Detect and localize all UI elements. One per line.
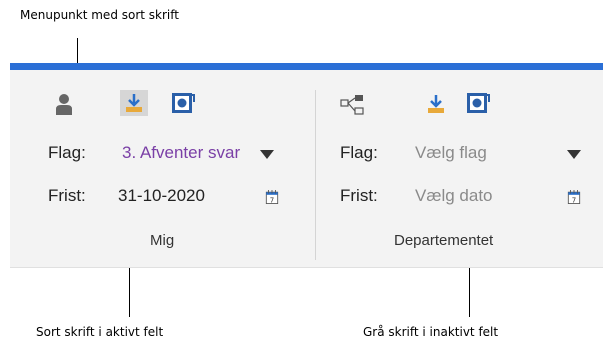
person-icon[interactable] [56, 93, 72, 115]
callout-bottom-right: Grå skrift i inaktivt felt [363, 325, 499, 339]
ribbon-accent-bar [10, 63, 603, 70]
due-label-mig: Frist: [48, 186, 86, 205]
chevron-down-icon[interactable] [567, 150, 581, 159]
due-label-departementet: Frist: [340, 186, 378, 205]
calendar-icon[interactable]: 7 [265, 190, 279, 204]
outlook-sync-icon[interactable] [170, 91, 196, 115]
due-date-field-mig[interactable]: 31-10-2020 [118, 186, 248, 206]
callout-bottom-left: Sort skrift i aktivt felt [36, 325, 164, 339]
org-chart-icon[interactable] [340, 94, 366, 116]
svg-text:7: 7 [572, 196, 576, 204]
calendar-icon[interactable]: 7 [567, 190, 581, 204]
flag-select-departementet[interactable]: Vælg flag [415, 143, 555, 163]
download-tray-icon [126, 94, 142, 112]
flag-select-mig[interactable]: 3. Afventer svar [122, 143, 254, 163]
group-label-mig: Mig [150, 232, 175, 249]
due-date-field-departementet[interactable]: Vælg dato [415, 186, 555, 206]
download-tray-button[interactable] [120, 90, 148, 116]
flag-label-mig: Flag: [48, 143, 86, 162]
callout-top: Menupunkt med sort skrift [20, 8, 179, 22]
flag-label-departementet: Flag: [340, 143, 378, 162]
ribbon-panel: Flag: 3. Afventer svar Frist: 31-10-2020… [10, 70, 603, 268]
download-tray-icon[interactable] [422, 91, 450, 117]
group-label-departementet: Departementet [394, 232, 494, 249]
group-separator [315, 90, 316, 260]
svg-text:7: 7 [270, 196, 274, 204]
chevron-down-icon[interactable] [260, 150, 274, 159]
outlook-sync-icon[interactable] [465, 91, 491, 115]
